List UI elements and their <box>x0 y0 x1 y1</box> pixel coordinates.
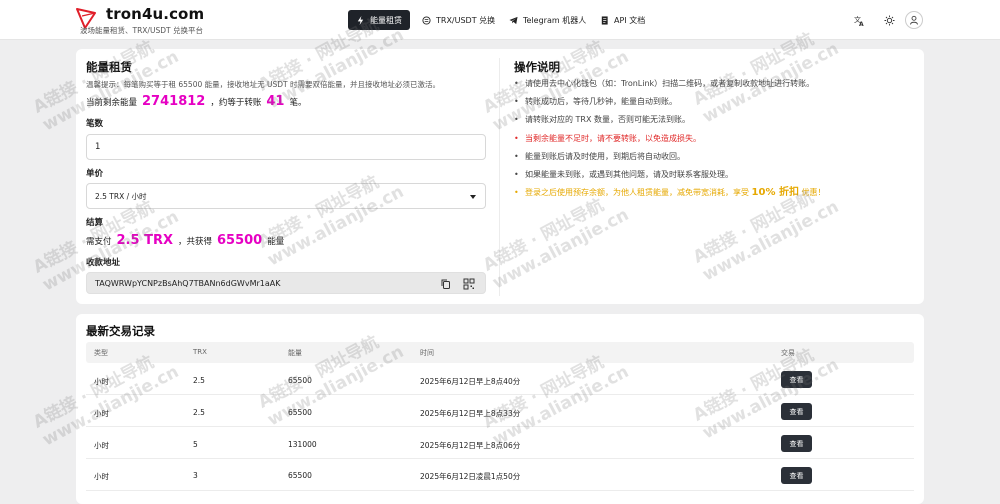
cell-energy: 65500 <box>288 471 312 480</box>
translate-icon: 文A <box>854 15 864 26</box>
promo-prefix: 登录之后使用预存余额，为他人租赁能量，减免带宽消耗，享受 <box>525 188 749 198</box>
rental-title: 能量租赁 <box>86 60 132 74</box>
chevron-down-icon <box>470 195 476 199</box>
exchange-icon <box>422 15 431 25</box>
remaining-energy: 当前剩余能量 2741812 ，约等于转账 41 笔。 <box>86 94 306 109</box>
view-transaction-button[interactable]: 查看 <box>781 467 812 484</box>
cell-type: 小时 <box>94 441 109 450</box>
rental-tip: 温馨提示：每笔购买等于租 65500 能量，接收地址无 USDT 时需要双倍能量… <box>86 80 440 89</box>
user-account-button[interactable] <box>905 11 923 29</box>
user-icon <box>910 15 918 25</box>
remaining-suffix: 笔。 <box>289 98 307 108</box>
sun-icon <box>884 15 894 25</box>
cell-energy: 65500 <box>288 376 312 385</box>
document-icon <box>601 15 608 25</box>
address-value[interactable]: TAQWRWpYCNPzBsAhQ7TBANn6dGWvMr1aAK <box>95 279 280 288</box>
instruction-item: 能量到账后请及时使用，到期后将自动收回。 <box>514 151 826 169</box>
nav-label: 能量租赁 <box>370 15 402 25</box>
nav-label: API 文档 <box>614 15 646 25</box>
address-field[interactable]: TAQWRWpYCNPzBsAhQ7TBANn6dGWvMr1aAK <box>86 272 486 294</box>
pay-mid: ，共获得 <box>177 237 212 247</box>
bolt-icon <box>357 15 364 25</box>
instruction-item: 转账成功后，等待几秒钟，能量自动到账。 <box>514 96 826 114</box>
column-header-transaction: 交易 <box>781 349 795 357</box>
cell-energy: 131000 <box>288 440 317 449</box>
telegram-icon <box>509 16 518 24</box>
cell-type: 小时 <box>94 472 109 481</box>
pay-suffix: 能量 <box>267 237 285 247</box>
count-label: 笔数 <box>86 119 104 129</box>
count-input[interactable]: 1 <box>86 134 486 160</box>
instructions-title: 操作说明 <box>514 60 560 74</box>
cell-trx: 5 <box>193 440 198 449</box>
cell-time: 2025年6月12日早上8点06分 <box>420 441 521 450</box>
instruction-list: 请使用去中心化钱包（如：TronLink）扫描二维码，或者复制收款地址进行转账。… <box>514 78 826 205</box>
remaining-prefix: 当前剩余能量 <box>86 98 138 108</box>
cell-time: 2025年6月12日凌晨1点50分 <box>420 472 521 481</box>
settlement-summary: 需支付 2.5 TRX ，共获得 65500 能量 <box>86 233 284 248</box>
svg-text:A: A <box>859 21 864 26</box>
cell-type: 小时 <box>94 377 109 386</box>
cell-time: 2025年6月12日早上8点40分 <box>420 377 521 386</box>
remaining-transfer-count: 41 <box>266 94 285 109</box>
view-transaction-button[interactable]: 查看 <box>781 435 812 452</box>
panel-divider <box>499 58 500 296</box>
settle-label: 结算 <box>86 218 104 228</box>
column-header-time: 时间 <box>420 349 434 357</box>
theme-toggle-button[interactable] <box>880 11 898 29</box>
copy-icon[interactable] <box>440 278 452 290</box>
cell-type: 小时 <box>94 409 109 418</box>
top-navigation-bar: tron4u.com 波场能量租赁、TRX/USDT 兑换平台 能量租赁 TRX… <box>0 0 1000 40</box>
view-transaction-button[interactable]: 查看 <box>781 371 812 388</box>
cell-time: 2025年6月12日早上8点33分 <box>420 409 521 418</box>
nav-api-docs[interactable]: API 文档 <box>592 10 653 30</box>
nav-trx-usdt-exchange[interactable]: TRX/USDT 兑换 <box>414 10 503 30</box>
remaining-mid: ，约等于转账 <box>210 98 262 108</box>
brand-subtitle: 波场能量租赁、TRX/USDT 兑换平台 <box>80 26 203 35</box>
instruction-warning: 当剩余能量不足时，请不要转账，以免造成损失。 <box>514 133 826 151</box>
promo-suffix: 优惠！ <box>801 188 826 198</box>
nav-energy-rental[interactable]: 能量租赁 <box>348 10 410 30</box>
column-header-trx: TRX <box>193 348 207 356</box>
view-transaction-button[interactable]: 查看 <box>781 403 812 420</box>
pay-prefix: 需支付 <box>86 237 112 247</box>
column-header-type: 类型 <box>94 349 108 357</box>
address-label: 收款地址 <box>86 258 121 268</box>
price-label: 单价 <box>86 169 104 179</box>
records-title: 最新交易记录 <box>86 324 155 338</box>
count-value: 1 <box>95 142 101 152</box>
language-button[interactable]: 文A <box>850 11 868 29</box>
qrcode-icon[interactable] <box>463 278 475 290</box>
price-select[interactable]: 2.5 TRX / 小时 <box>86 183 486 209</box>
column-header-energy: 能量 <box>288 349 302 357</box>
promo-discount: 10% 折扣 <box>751 187 799 199</box>
nav-telegram-bot[interactable]: Telegram 机器人 <box>501 10 594 30</box>
instruction-item: 请使用去中心化钱包（如：TronLink）扫描二维码，或者复制收款地址进行转账。 <box>514 78 826 96</box>
cell-trx: 2.5 <box>193 376 205 385</box>
remaining-energy-value: 2741812 <box>142 94 206 109</box>
instruction-item: 如果能量未到账，或遇到其他问题，请及时联系客服处理。 <box>514 169 826 187</box>
pay-energy: 65500 <box>217 233 263 248</box>
cell-trx: 2.5 <box>193 408 205 417</box>
instruction-promo: 登录之后使用预存余额，为他人租赁能量，减免带宽消耗，享受 10% 折扣 优惠！ <box>514 187 826 205</box>
nav-label: Telegram 机器人 <box>523 15 587 25</box>
nav-label: TRX/USDT 兑换 <box>436 15 496 25</box>
brand-title[interactable]: tron4u.com <box>106 5 204 23</box>
price-value: 2.5 TRX / 小时 <box>95 191 147 201</box>
instruction-item: 请转账对应的 TRX 数量，否则可能无法到账。 <box>514 114 826 132</box>
cell-trx: 3 <box>193 471 198 480</box>
pay-amount: 2.5 TRX <box>116 233 173 248</box>
cell-energy: 65500 <box>288 408 312 417</box>
